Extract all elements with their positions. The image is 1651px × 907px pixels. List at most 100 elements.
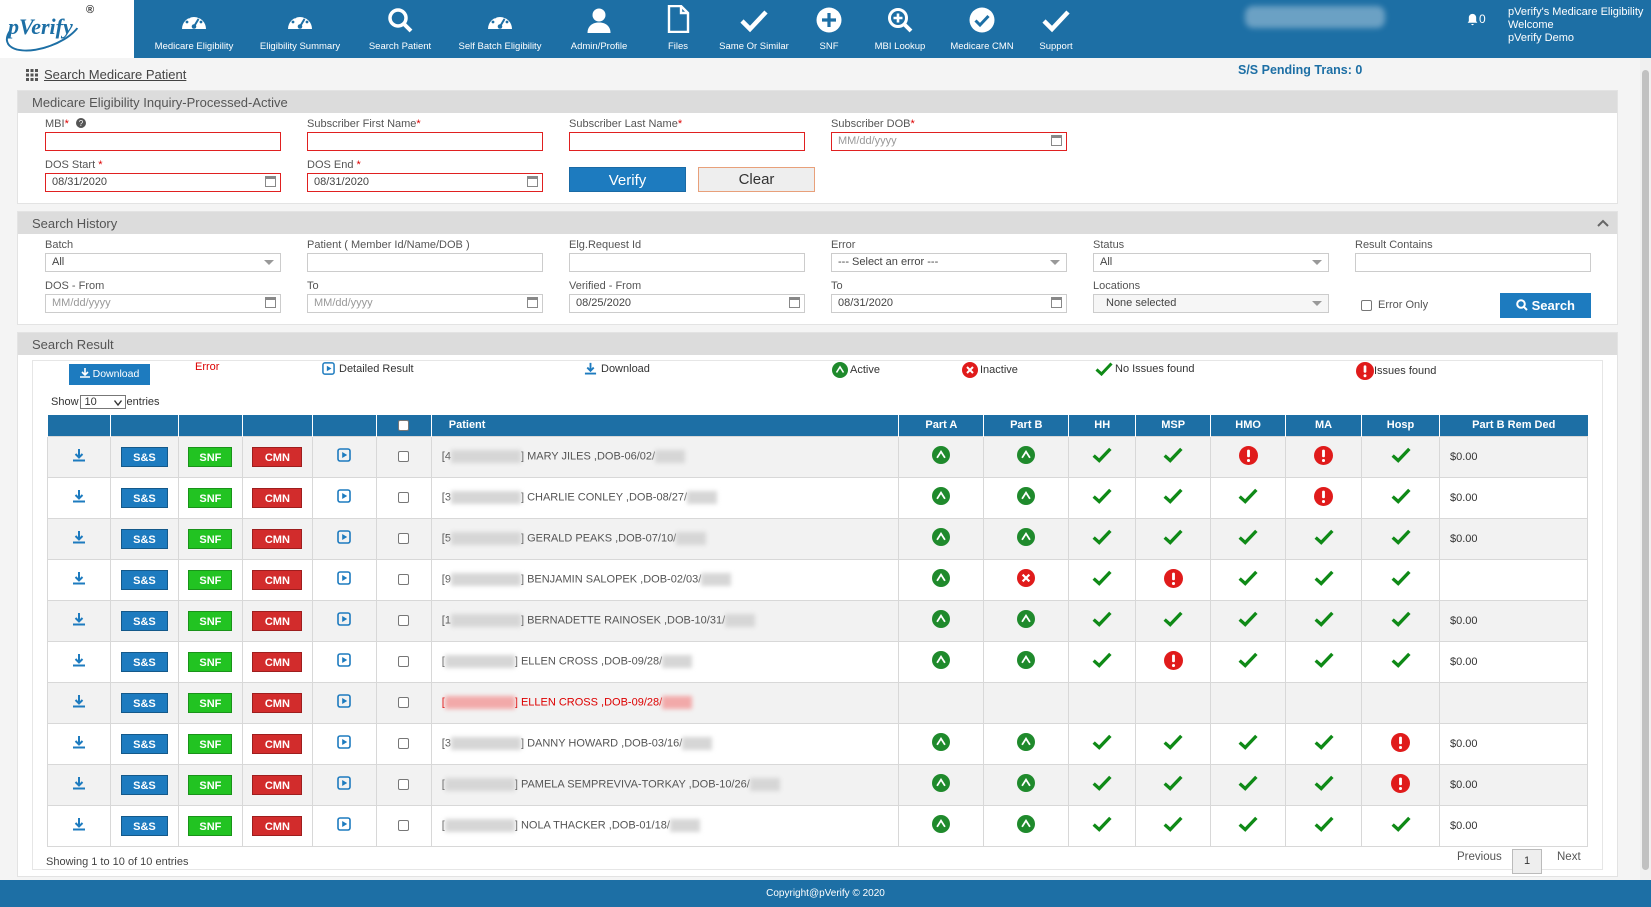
calendar-icon[interactable] <box>789 297 800 308</box>
nav-admin-profile[interactable]: Admin/Profile <box>552 0 646 58</box>
snf-button[interactable]: SNF <box>188 487 233 508</box>
row-checkbox[interactable] <box>398 656 410 668</box>
dos-to-input[interactable]: MM/dd/yyyy <box>307 294 543 313</box>
ss-button[interactable]: S&S <box>120 446 168 467</box>
cmn-button[interactable]: CMN <box>252 733 303 754</box>
row-checkbox[interactable] <box>398 820 410 832</box>
detail-result-icon[interactable] <box>337 612 352 629</box>
scrollbar[interactable] <box>1640 58 1651 880</box>
nav-eligibility-summary[interactable]: Eligibility Summary <box>248 0 352 58</box>
cmn-button[interactable]: CMN <box>252 610 303 631</box>
cmn-button[interactable]: CMN <box>252 487 303 508</box>
notifications[interactable]: 0 <box>1466 12 1486 26</box>
col-msp[interactable]: MSP <box>1135 415 1211 436</box>
nav-self-batch-eligibility[interactable]: Self Batch Eligibility <box>448 0 552 58</box>
calendar-icon[interactable] <box>1051 135 1062 146</box>
row-checkbox[interactable] <box>398 533 410 545</box>
ss-button[interactable]: S&S <box>120 733 168 754</box>
snf-button[interactable]: SNF <box>188 651 233 672</box>
result-contains-input[interactable] <box>1355 253 1591 272</box>
detail-result-icon[interactable] <box>337 694 352 711</box>
download-all-button[interactable]: Download <box>69 364 150 385</box>
request-id-input[interactable] <box>569 253 805 272</box>
chevron-up-icon[interactable] <box>1597 219 1609 227</box>
first-name-input[interactable] <box>307 132 543 151</box>
download-icon[interactable] <box>72 448 86 465</box>
row-checkbox[interactable] <box>398 615 410 627</box>
calendar-icon[interactable] <box>527 176 538 187</box>
dos-end-input[interactable]: 08/31/2020 <box>307 173 543 192</box>
detail-result-icon[interactable] <box>337 448 352 465</box>
snf-button[interactable]: SNF <box>188 774 233 795</box>
ss-button[interactable]: S&S <box>120 528 168 549</box>
col-part-b-rem-ded[interactable]: Part B Rem Ded <box>1439 415 1588 436</box>
cmn-button[interactable]: CMN <box>252 692 303 713</box>
col-patient[interactable]: Patient <box>430 415 899 436</box>
calendar-icon[interactable] <box>265 176 276 187</box>
row-checkbox[interactable] <box>398 738 410 750</box>
cell-patient[interactable]: [4] MARY JILES ,DOB-06/02/ <box>430 435 900 478</box>
dos-start-input[interactable]: 08/31/2020 <box>45 173 281 192</box>
page-size-select[interactable]: 10 <box>79 395 126 409</box>
nav-snf[interactable]: SNF <box>798 0 860 58</box>
ss-button[interactable]: S&S <box>120 487 168 508</box>
ss-button[interactable]: S&S <box>120 774 168 795</box>
col-hh[interactable]: HH <box>1068 415 1136 436</box>
clear-button[interactable]: Clear <box>698 167 815 192</box>
row-checkbox[interactable] <box>398 779 410 791</box>
cmn-button[interactable]: CMN <box>252 528 303 549</box>
calendar-icon[interactable] <box>1051 297 1062 308</box>
verified-to-input[interactable]: 08/31/2020 <box>831 294 1067 313</box>
dos-from-input[interactable]: MM/dd/yyyy <box>45 294 281 313</box>
batch-select[interactable]: All <box>45 253 281 272</box>
cell-patient[interactable]: [3] DANNY HOWARD ,DOB-03/16/ <box>430 722 900 765</box>
nav-files[interactable]: Files <box>646 0 710 58</box>
last-name-input[interactable] <box>569 132 805 151</box>
pending-transactions[interactable]: S/S Pending Trans: 0 <box>1238 63 1362 77</box>
download-icon[interactable] <box>72 489 86 506</box>
download-icon[interactable] <box>72 735 86 752</box>
download-icon[interactable] <box>72 612 86 629</box>
detail-result-icon[interactable] <box>337 653 352 670</box>
ss-button[interactable]: S&S <box>120 610 168 631</box>
detail-result-icon[interactable] <box>337 776 352 793</box>
verify-button[interactable]: Verify <box>569 167 686 192</box>
row-checkbox[interactable] <box>398 574 410 586</box>
cmn-button[interactable]: CMN <box>252 651 303 672</box>
nav-support[interactable]: Support <box>1024 0 1088 58</box>
cell-patient[interactable]: [] PAMELA SEMPREVIVA-TORKAY ,DOB-10/26/ <box>430 763 900 806</box>
scrollbar-thumb[interactable] <box>1642 70 1649 870</box>
download-icon[interactable] <box>72 776 86 793</box>
cell-patient[interactable]: [1] BERNADETTE RAINOSEK ,DOB-10/31/ <box>430 599 900 642</box>
help-icon[interactable]: ? <box>75 118 86 128</box>
patient-filter-input[interactable] <box>307 253 543 272</box>
col-hosp[interactable]: Hosp <box>1361 415 1440 436</box>
cell-patient[interactable]: [] NOLA THACKER ,DOB-01/18/ <box>430 804 900 847</box>
detail-result-icon[interactable] <box>337 735 352 752</box>
cmn-button[interactable]: CMN <box>252 446 303 467</box>
logo[interactable]: pVerify ® <box>0 0 134 61</box>
error-only-checkbox[interactable] <box>1361 299 1372 311</box>
previous-link[interactable]: Previous <box>1457 851 1502 863</box>
row-checkbox[interactable] <box>398 492 410 504</box>
col-ma[interactable]: MA <box>1285 415 1362 436</box>
calendar-icon[interactable] <box>265 297 276 308</box>
nav-medicare-cmn[interactable]: Medicare CMN <box>940 0 1024 58</box>
row-checkbox[interactable] <box>398 697 410 709</box>
download-icon[interactable] <box>72 653 86 670</box>
detail-result-icon[interactable] <box>337 489 352 506</box>
col-part-a[interactable]: Part A <box>898 415 984 436</box>
col-part-b[interactable]: Part B <box>983 415 1069 436</box>
snf-button[interactable]: SNF <box>188 528 233 549</box>
col-hmo[interactable]: HMO <box>1210 415 1286 436</box>
cell-patient[interactable]: [9] BENJAMIN SALOPEK ,DOB-02/03/ <box>430 558 900 601</box>
detail-result-icon[interactable] <box>337 571 352 588</box>
nav-same-or-similar[interactable]: Same Or Similar <box>710 0 798 58</box>
page-title[interactable]: Search Medicare Patient <box>44 67 186 82</box>
ss-button[interactable]: S&S <box>120 815 168 836</box>
dob-input[interactable]: MM/dd/yyyy <box>831 132 1067 151</box>
cmn-button[interactable]: CMN <box>252 774 303 795</box>
ss-button[interactable]: S&S <box>120 651 168 672</box>
ss-button[interactable]: S&S <box>120 692 168 713</box>
snf-button[interactable]: SNF <box>188 692 233 713</box>
